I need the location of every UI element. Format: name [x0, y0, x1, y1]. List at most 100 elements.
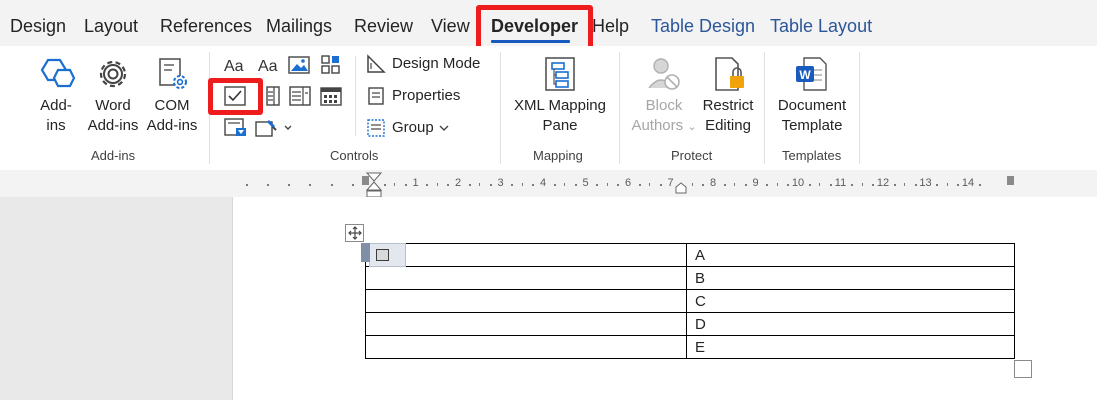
ruler-tick	[394, 183, 396, 186]
legacy-forms-icon[interactable]	[224, 118, 248, 138]
properties-label: Properties	[392, 87, 461, 104]
ruler-dot	[511, 184, 514, 186]
tab-help[interactable]: Help	[592, 14, 629, 38]
tab-mailings[interactable]: Mailings	[266, 14, 332, 38]
table-row: E	[365, 335, 1015, 359]
tab-table-design[interactable]: Table Design	[651, 14, 755, 38]
ruler-tick	[861, 183, 863, 186]
com-addins-gear-icon	[159, 58, 187, 89]
table-cell[interactable]	[365, 335, 687, 359]
combo-box-icon[interactable]	[266, 86, 280, 106]
dropdown-list-icon[interactable]	[289, 86, 311, 106]
table-column-marker[interactable]	[362, 176, 369, 185]
legacy-tools-icon[interactable]	[255, 118, 297, 138]
ruler-dot	[245, 184, 248, 186]
table-cell[interactable]: E	[686, 335, 1015, 359]
ruler-dot	[872, 184, 875, 186]
svg-text:Aa: Aa	[258, 58, 278, 74]
ruler-dot	[351, 184, 354, 186]
ruler-dot	[596, 184, 599, 186]
ruler-number: 12	[876, 177, 890, 189]
restrict-editing-label: Restrict Editing	[702, 97, 754, 134]
ruler-dot	[978, 184, 981, 186]
document-template-button[interactable]: W Document Template	[770, 52, 854, 142]
properties-button[interactable]: Properties	[366, 86, 460, 106]
tab-view[interactable]: View	[431, 14, 470, 38]
picture-content-control-icon[interactable]	[288, 56, 310, 74]
block-authors-button[interactable]: Block Authors ⌄	[625, 52, 703, 142]
ruler-dot	[574, 184, 577, 186]
document-table[interactable]: A B C D E	[365, 243, 1015, 359]
gear-icon	[99, 60, 127, 88]
add-ins-label: Add-ins	[40, 97, 72, 134]
ruler-number: 5	[582, 177, 589, 189]
ruler-tick	[691, 183, 693, 186]
checkbox-glyph[interactable]	[376, 249, 389, 261]
ruler-dot	[829, 184, 832, 186]
ruler-dot	[617, 184, 620, 186]
lock-document-icon	[715, 57, 744, 91]
table-cell[interactable]	[365, 243, 687, 267]
tab-layout[interactable]: Layout	[84, 14, 138, 38]
ruler-dot	[638, 184, 641, 186]
table-cell[interactable]: C	[686, 289, 1015, 313]
table-move-handle[interactable]	[345, 224, 364, 242]
content-control-handle[interactable]	[361, 243, 370, 262]
block-authors-label: Block Authors ⌄	[631, 97, 697, 134]
design-mode-button[interactable]: Design Mode	[366, 54, 480, 74]
table-row: A	[365, 243, 1015, 267]
table-column-marker[interactable]	[1007, 176, 1014, 185]
add-ins-button[interactable]: Add-ins	[28, 52, 84, 142]
table-cell[interactable]: A	[686, 243, 1015, 267]
ruler-dot	[936, 184, 939, 186]
ruler-tick	[946, 183, 948, 186]
ruler-number: 4	[539, 177, 547, 189]
date-picker-icon[interactable]	[320, 86, 342, 106]
tab-table-layout[interactable]: Table Layout	[770, 14, 872, 38]
column-marker-icon[interactable]	[674, 182, 688, 194]
tab-design[interactable]: Design	[10, 14, 66, 38]
group-divider	[619, 52, 620, 164]
xml-mapping-pane-button[interactable]: XML Mapping Pane	[508, 52, 612, 142]
table-cell[interactable]	[365, 289, 687, 313]
building-block-gallery-icon[interactable]	[320, 54, 342, 76]
table-cell[interactable]	[365, 266, 687, 290]
ruler-tick	[649, 183, 651, 186]
com-add-ins-button[interactable]: COM Add-ins	[143, 52, 201, 142]
restrict-editing-button[interactable]: Restrict Editing	[700, 52, 756, 142]
ruler-dot	[288, 184, 290, 186]
tab-references[interactable]: References	[160, 14, 252, 38]
ruler-number: 8	[709, 177, 717, 189]
ruler-dot	[330, 184, 333, 186]
horizontal-ruler[interactable]: 1 2 3 4 5 6 7 8 9 10 11 12 13 14	[0, 170, 1097, 198]
ruler-number: 11	[834, 177, 847, 189]
ribbon-tab-bar: Design Layout References Mailings Review…	[0, 0, 1097, 57]
ruler-dot	[468, 184, 471, 186]
ruler-number: 10	[791, 177, 805, 189]
ruler-number: 7	[667, 177, 674, 189]
ruler-tick	[606, 183, 608, 186]
rich-text-content-control-icon[interactable]: Aa	[222, 56, 248, 74]
table-cell[interactable]: D	[686, 312, 1015, 336]
ruler-tick	[564, 183, 566, 186]
svg-text:Aa: Aa	[224, 58, 244, 74]
xml-mapping-pane-label: XML Mapping Pane	[514, 97, 606, 134]
table-resize-handle[interactable]	[1014, 360, 1032, 378]
ruler-tick	[776, 183, 778, 186]
controls-inner-divider	[355, 56, 356, 136]
plain-text-content-control-icon[interactable]: Aa	[256, 56, 282, 74]
ruler-tick	[521, 183, 523, 186]
table-cell[interactable]: B	[686, 266, 1015, 290]
ruler-dot	[957, 184, 960, 186]
word-add-ins-button[interactable]: Word Add-ins	[84, 52, 142, 142]
tab-review[interactable]: Review	[354, 14, 413, 38]
word-add-ins-label: Word Add-ins	[87, 97, 139, 134]
ruler-dot	[851, 184, 854, 186]
document-template-label: Document Template	[777, 97, 847, 134]
ruler-number: 2	[454, 177, 462, 189]
group-button[interactable]: Group	[366, 118, 456, 138]
table-cell[interactable]	[365, 312, 687, 336]
ruler-tick	[819, 183, 821, 186]
ruler-dot	[744, 184, 747, 186]
ruler-dot	[404, 184, 407, 186]
